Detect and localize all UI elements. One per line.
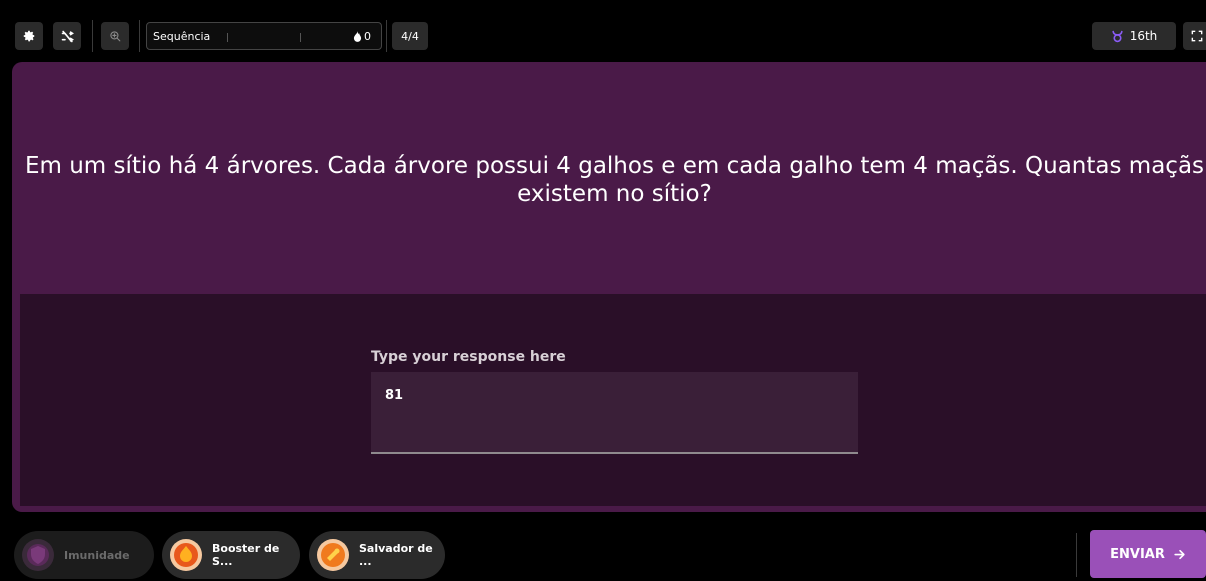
powerup-booster[interactable]: Booster de S... [162,531,300,579]
send-label: ENVIAR [1110,546,1165,562]
powerup-salvador[interactable]: Salvador de ... [309,531,445,579]
rank-text: 16th [1129,29,1158,43]
shuffle-button[interactable] [53,22,81,50]
divider [92,20,93,52]
streak-label: Sequência [153,30,211,43]
response-label: Type your response here [371,349,566,365]
rank-badge: 16th [1092,22,1176,50]
arrow-right-icon [1174,549,1185,559]
send-button[interactable]: ENVIAR [1090,530,1206,578]
divider [386,20,387,52]
zoom-button[interactable] [101,22,129,50]
divider [1076,533,1077,577]
taurus-icon [1112,30,1123,42]
answer-area: Type your response here 81 [20,294,1206,506]
settings-button[interactable] [15,22,43,50]
booster-powerup-icon [170,539,202,571]
divider [139,20,140,52]
gear-icon [23,30,35,42]
streak-tick [300,33,301,42]
response-value: 81 [385,388,404,403]
streak-bar: Sequência 0 [146,22,382,50]
fullscreen-icon [1191,30,1203,42]
fullscreen-button[interactable] [1183,22,1206,50]
saver-powerup-icon [317,539,349,571]
flame-icon [353,31,362,42]
powerup-label: Imunidade [64,548,130,562]
top-bar: Sequência 0 4/4 16th [0,0,1206,62]
powerup-label: Salvador de ... [359,542,433,568]
streak-count: 0 [353,30,371,43]
question-text: Em um sítio há 4 árvores. Cada árvore po… [24,153,1205,207]
powerup-label: Booster de S... [212,542,280,568]
streak-tick [227,33,228,42]
zoom-in-icon [109,30,120,41]
question-card: Em um sítio há 4 árvores. Cada árvore po… [12,62,1206,512]
streak-number: 0 [364,30,371,43]
shield-powerup-icon [22,539,54,571]
powerup-imunidade[interactable]: Imunidade [14,531,154,579]
question-counter: 4/4 [392,22,428,50]
response-input[interactable]: 81 [371,372,858,454]
shuffle-off-icon [61,30,74,42]
